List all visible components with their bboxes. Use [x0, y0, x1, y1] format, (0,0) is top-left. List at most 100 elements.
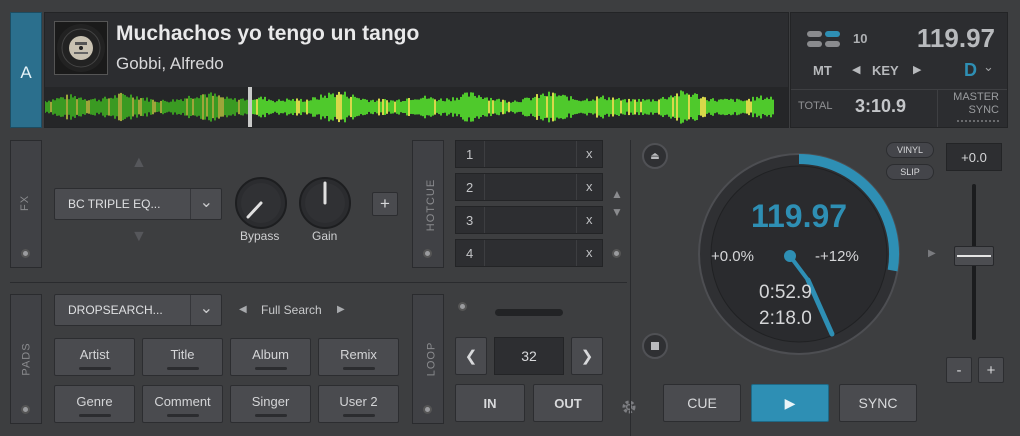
pads-label: PADS [20, 342, 33, 376]
loop-led[interactable] [423, 405, 432, 414]
loop-halve-button[interactable]: ❮ [455, 337, 487, 375]
bypass-knob[interactable] [234, 176, 288, 230]
hotcue-slot-number: 2 [466, 180, 474, 195]
hotcue-clear-button[interactable]: x [586, 146, 593, 161]
pad-button-label: User 2 [339, 394, 378, 409]
loop-label: LOOP [425, 341, 438, 377]
pad-button-remix[interactable]: Remix [318, 338, 399, 376]
eject-button[interactable]: ⏏ [642, 143, 668, 169]
pad-button-label: Title [170, 347, 195, 362]
hotcue-slot-2[interactable]: 2x [455, 173, 603, 201]
chevron-down-icon: ⌄ [199, 194, 213, 211]
pad-button-title[interactable]: Title [142, 338, 223, 376]
play-button[interactable]: ▶ [751, 384, 829, 422]
hotcue-label: HOTCUE [425, 178, 438, 232]
pad-button-artist[interactable]: Artist [54, 338, 135, 376]
pad-button-label: Remix [340, 347, 377, 362]
hotcue-slot-4[interactable]: 4x [455, 239, 603, 267]
fx-add-button[interactable]: + [372, 192, 398, 216]
hotcue-slots: 1x2x3x4x [455, 140, 603, 270]
master-label[interactable]: MASTER [953, 91, 999, 103]
search-next-arrow-icon[interactable]: ▶ [337, 304, 345, 315]
stop-button[interactable] [642, 333, 668, 359]
pad-indicator [167, 367, 199, 370]
pad-button-album[interactable]: Album [230, 338, 311, 376]
pad-button-comment[interactable]: Comment [142, 385, 223, 423]
hotcue-down-arrow-icon[interactable]: ▼ [611, 205, 623, 219]
pad-button-user-2[interactable]: User 2 [318, 385, 399, 423]
total-label: TOTAL [798, 100, 833, 112]
pads-mode-select[interactable]: DROPSEARCH... ⌄ [54, 294, 222, 326]
chevron-down-icon[interactable]: ⌄ [983, 59, 994, 75]
cue-button[interactable]: CUE [663, 384, 741, 422]
pads-led[interactable] [21, 405, 30, 414]
hotcue-clear-button[interactable]: x [586, 179, 593, 194]
key-down-arrow-icon[interactable]: ◀ [852, 63, 860, 76]
play-icon: ▶ [784, 394, 796, 411]
pitch-minus-button[interactable]: - [946, 357, 972, 383]
fx-up-arrow-icon[interactable]: ▲ [131, 154, 147, 172]
gear-icon[interactable] [620, 398, 638, 416]
jog-remain-time: 2:18.0 [759, 308, 812, 329]
jog-wheel[interactable]: 119.97 +0.0% -+12% 0:52.9 2:18.0 [697, 152, 901, 356]
hotcue-slot-1[interactable]: 1x [455, 140, 603, 168]
waveform[interactable] [44, 87, 788, 127]
fx-sidebar: FX [10, 140, 42, 268]
pitch-value-display: +0.0 [946, 143, 1002, 171]
bpm-display: 119.97 [916, 23, 995, 53]
hotcue-up-arrow-icon[interactable]: ▲ [611, 187, 623, 201]
hotcue-page-led[interactable] [612, 249, 621, 258]
hotcue-led[interactable] [423, 249, 432, 258]
pad-indicator [79, 414, 111, 417]
loop-in-button[interactable]: IN [455, 384, 525, 422]
sync-button[interactable]: SYNC [839, 384, 917, 422]
jog-elapsed-time: 0:52.9 [759, 282, 812, 303]
fx-led[interactable] [21, 249, 30, 258]
jog-bpm: 119.97 [750, 198, 848, 234]
gain-label: Gain [312, 229, 338, 243]
hotcue-clear-button[interactable]: x [586, 212, 593, 227]
hotcue-sidebar: HOTCUE [412, 140, 444, 268]
track-artist: Gobbi, Alfredo [116, 54, 224, 73]
hotcue-slot-3[interactable]: 3x [455, 206, 603, 234]
loop-double-button[interactable]: ❯ [571, 337, 603, 375]
pads-sidebar: PADS [10, 294, 42, 424]
pitch-plus-button[interactable]: + [978, 357, 1004, 383]
pad-button-label: Singer [251, 394, 290, 409]
pad-indicator [255, 414, 287, 417]
album-art [54, 21, 108, 75]
pad-button-label: Genre [76, 394, 113, 409]
loop-out-button[interactable]: OUT [533, 384, 603, 422]
pad-button-genre[interactable]: Genre [54, 385, 135, 423]
fx-effect-select[interactable]: BC TRIPLE EQ... ⌄ [54, 188, 222, 220]
total-time: 3:10.9 [855, 96, 907, 116]
loop-progress-bar [495, 309, 563, 316]
bypass-label: Bypass [240, 229, 280, 243]
deck-letter-button[interactable]: A [10, 12, 42, 128]
key-value[interactable]: D [964, 60, 977, 81]
loop-size-display: 32 [494, 337, 564, 375]
track-info-area: Muchachos yo tengo un tango Gobbi, Alfre… [44, 12, 789, 128]
pads-mode-name: DROPSEARCH... [68, 303, 163, 317]
pitch-slider[interactable] [946, 176, 1002, 348]
master-sync-label[interactable]: SYNC [968, 104, 999, 116]
pad-indicator [167, 414, 199, 417]
deck-letter: A [20, 63, 32, 82]
pad-button-singer[interactable]: Singer [230, 385, 311, 423]
pad-button-label: Album [252, 347, 289, 362]
pad-indicator [343, 367, 375, 370]
waveform-playhead [248, 87, 252, 127]
jog-pitch-percent: +0.0% [711, 248, 754, 265]
mt-button[interactable]: MT [813, 63, 832, 78]
pitch-slider-handle[interactable] [954, 246, 994, 266]
hotcue-clear-button[interactable]: x [586, 245, 593, 260]
key-up-arrow-icon[interactable]: ▶ [913, 63, 921, 76]
hotcue-slot-number: 1 [466, 147, 474, 162]
hotcue-slot-number: 4 [466, 246, 474, 261]
gain-knob[interactable] [298, 176, 352, 230]
fx-down-arrow-icon[interactable]: ▼ [131, 228, 147, 246]
layout-icon[interactable] [807, 31, 841, 51]
loop-active-led[interactable] [458, 302, 467, 311]
pad-button-label: Artist [79, 347, 110, 362]
search-prev-arrow-icon[interactable]: ◀ [239, 304, 247, 315]
